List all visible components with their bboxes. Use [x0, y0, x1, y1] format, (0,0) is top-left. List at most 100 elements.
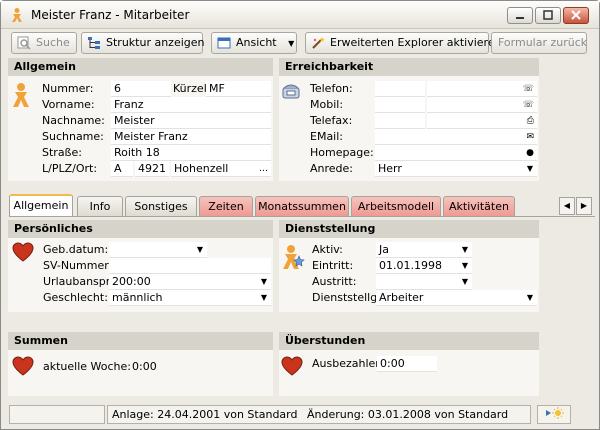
minimize-button[interactable] — [507, 7, 533, 24]
mobil-field[interactable]: ☏ — [427, 97, 537, 113]
strasse-field[interactable]: Roith 18 — [111, 145, 271, 161]
aktiv-select[interactable]: Ja ▼ — [376, 242, 472, 258]
aktiv-label: Aktiv: — [312, 243, 343, 256]
geb-datum-field[interactable]: ▼ — [109, 242, 207, 258]
kuerzel-label: Kürzel: — [173, 82, 211, 95]
dienststellg-select[interactable]: Arbeiter ▼ — [376, 290, 537, 306]
status-info-box: Anlage: 24.04.2001 von Standard Änderung… — [107, 405, 531, 424]
telefon-prefix-field[interactable] — [375, 81, 425, 97]
urlaubanspr-field[interactable]: 200:00 ▼ — [109, 274, 271, 290]
sv-nummer-field[interactable] — [109, 258, 271, 274]
struktur-anzeigen-button[interactable]: Struktur anzeigen — [81, 32, 205, 54]
tab-zeiten[interactable]: Zeiten — [199, 196, 253, 216]
suche-button[interactable]: Suche — [11, 32, 77, 54]
dial-icon[interactable]: ☏ — [523, 97, 534, 112]
ort-field[interactable]: Hohenzell … — [171, 161, 271, 177]
nachname-field[interactable]: Meister — [111, 113, 271, 129]
globe-icon[interactable]: ● — [526, 145, 534, 160]
persoenliches-panel: Persönliches Geb.datum: ▼ SV-Nummer: Url… — [8, 220, 273, 312]
tab-allgemein[interactable]: Allgemein — [9, 194, 73, 216]
nachname-label: Nachname: — [42, 114, 105, 127]
telefax-label: Telefax: — [310, 114, 353, 127]
tab-sonstiges[interactable]: Sonstiges — [125, 196, 197, 216]
telefax-field[interactable]: ⎙ — [427, 113, 537, 129]
suche-label: Suche — [36, 36, 70, 49]
kuerzel-field[interactable]: MF — [206, 81, 271, 97]
anrede-label: Anrede: — [310, 162, 354, 175]
plz-field[interactable]: 4921 — [135, 161, 169, 177]
window-view-icon — [217, 37, 231, 49]
heart-icon — [12, 242, 34, 262]
tab-monatssummen[interactable]: Monatssummen — [255, 196, 349, 216]
arrow-sun-icon — [546, 407, 564, 419]
sv-nummer-label: SV-Nummer: — [43, 259, 113, 272]
homepage-field[interactable]: ● — [375, 145, 537, 161]
chevron-down-icon: ▼ — [260, 293, 267, 302]
vorname-label: Vorname: — [42, 98, 95, 111]
close-button[interactable] — [563, 7, 589, 24]
nummer-field[interactable]: 6 — [111, 81, 171, 97]
chevron-down-icon: ▼ — [461, 245, 468, 254]
ansicht-dropdown[interactable]: Ansicht ▼ — [211, 32, 297, 54]
aktuelle-woche-label: aktuelle Woche: — [43, 360, 131, 373]
geschlecht-select[interactable]: männlich ▼ — [109, 290, 271, 306]
maximize-button[interactable] — [535, 7, 561, 24]
ansicht-label: Ansicht — [236, 36, 277, 49]
person-star-icon — [283, 245, 305, 269]
anrede-select[interactable]: Herr ▼ — [375, 161, 537, 177]
status-action-button[interactable] — [537, 405, 571, 424]
ort-value: Hohenzell — [174, 162, 229, 175]
geb-datum-label: Geb.datum: — [43, 243, 109, 256]
tab-info[interactable]: Info — [77, 196, 123, 216]
phone-icon — [282, 84, 300, 99]
dienststellg-label: Dienststellg: — [312, 291, 381, 304]
allgemein-panel: Allgemein Nummer: 6 Kürzel: MF Vorname: … — [8, 58, 273, 181]
heart-icon — [12, 356, 34, 376]
eintritt-field[interactable]: 01.01.1998 ▼ — [376, 258, 472, 274]
status-bar: Anlage: 24.04.2001 von Standard Änderung… — [1, 403, 599, 427]
telefax-prefix-field[interactable] — [375, 113, 425, 129]
formular-zurueck-label: Formular zurück — [498, 36, 588, 49]
tab-arbeitsmodell[interactable]: Arbeitsmodell — [351, 196, 441, 216]
mobil-prefix-field[interactable] — [375, 97, 425, 113]
land-field[interactable]: A — [111, 161, 133, 177]
vorname-field[interactable]: Franz — [111, 97, 271, 113]
ort-label: L/PLZ/Ort: — [42, 162, 98, 175]
ueberstunden-panel: Überstunden Ausbezahlen: 0:00 — [279, 332, 539, 396]
erweiterten-explorer-button[interactable]: Erweiterten Explorer aktivieren — [305, 32, 502, 54]
email-field[interactable]: ✉ — [375, 129, 537, 145]
toolbar: Suche Struktur anzeigen Ansicht ▼ Erweit… — [1, 30, 599, 56]
nummer-label: Nummer: — [42, 82, 94, 95]
strasse-label: Straße: — [42, 146, 82, 159]
telefon-label: Telefon: — [310, 82, 353, 95]
tab-scroll-left-button[interactable]: ◀ — [559, 197, 575, 215]
tab-aktivitaeten[interactable]: Aktivitäten — [443, 196, 515, 216]
aktiv-value: Ja — [379, 243, 389, 256]
geschlecht-value: männlich — [112, 291, 163, 304]
tab-scroll-right-button[interactable]: ▶ — [576, 197, 592, 215]
dial-icon[interactable]: ☏ — [523, 81, 534, 96]
ellipsis-icon[interactable]: … — [259, 161, 268, 176]
envelope-icon[interactable]: ✉ — [526, 129, 534, 144]
mobil-label: Mobil: — [310, 98, 344, 111]
ausbezahlen-field[interactable]: 0:00 — [377, 356, 437, 372]
struktur-label: Struktur anzeigen — [106, 36, 205, 49]
erreichbarkeit-panel: Erreichbarkeit Telefon: ☏ Mobil: ☏ Telef… — [279, 58, 539, 181]
austritt-label: Austritt: — [312, 275, 357, 288]
title-bar[interactable]: Meister Franz - Mitarbeiter — [1, 1, 599, 29]
chevron-down-icon: ▼ — [196, 245, 203, 254]
status-empty-box — [9, 405, 105, 424]
chevron-left-icon: ◀ — [563, 201, 571, 210]
formular-zurueck-button[interactable]: Formular zurück — [491, 32, 587, 54]
austritt-field[interactable]: ▼ — [376, 274, 472, 290]
urlaubanspr-label: Urlaubanspr: — [43, 275, 114, 288]
chevron-down-icon: ▼ — [260, 277, 267, 286]
summen-header: Summen — [8, 332, 273, 350]
chevron-down-icon: ▼ — [288, 39, 295, 48]
heart-icon — [281, 356, 303, 376]
suchname-field[interactable]: Meister Franz — [111, 129, 271, 145]
chevron-right-icon: ▶ — [580, 201, 588, 210]
telefon-field[interactable]: ☏ — [427, 81, 537, 97]
fax-icon[interactable]: ⎙ — [527, 113, 534, 128]
tab-divider — [9, 216, 595, 217]
